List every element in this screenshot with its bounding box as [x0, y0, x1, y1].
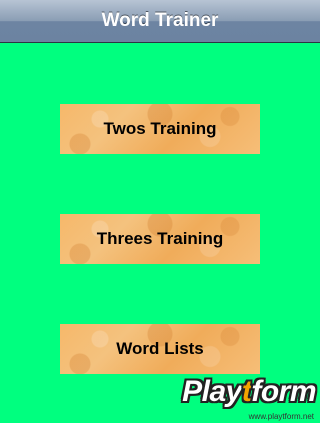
threes-training-button[interactable]: Threes Training: [60, 214, 260, 264]
playtform-logo: Playtform: [182, 375, 316, 409]
logo-text-part2: form: [251, 375, 316, 408]
logo-text-part1: Play: [182, 375, 242, 408]
twos-training-button[interactable]: Twos Training: [60, 104, 260, 154]
app-title: Word Trainer: [101, 10, 219, 31]
threes-training-label: Threes Training: [96, 229, 224, 248]
playtform-watermark: Playtform www.playtform.net: [156, 375, 316, 421]
twos-training-label: Twos Training: [103, 119, 217, 138]
watermark-url: www.playtform.net: [248, 412, 314, 421]
navigation-bar: Word Trainer: [0, 0, 320, 43]
word-lists-label: Word Lists: [116, 339, 204, 358]
word-lists-button[interactable]: Word Lists: [60, 324, 260, 374]
logo-text-accent: t: [241, 375, 252, 408]
